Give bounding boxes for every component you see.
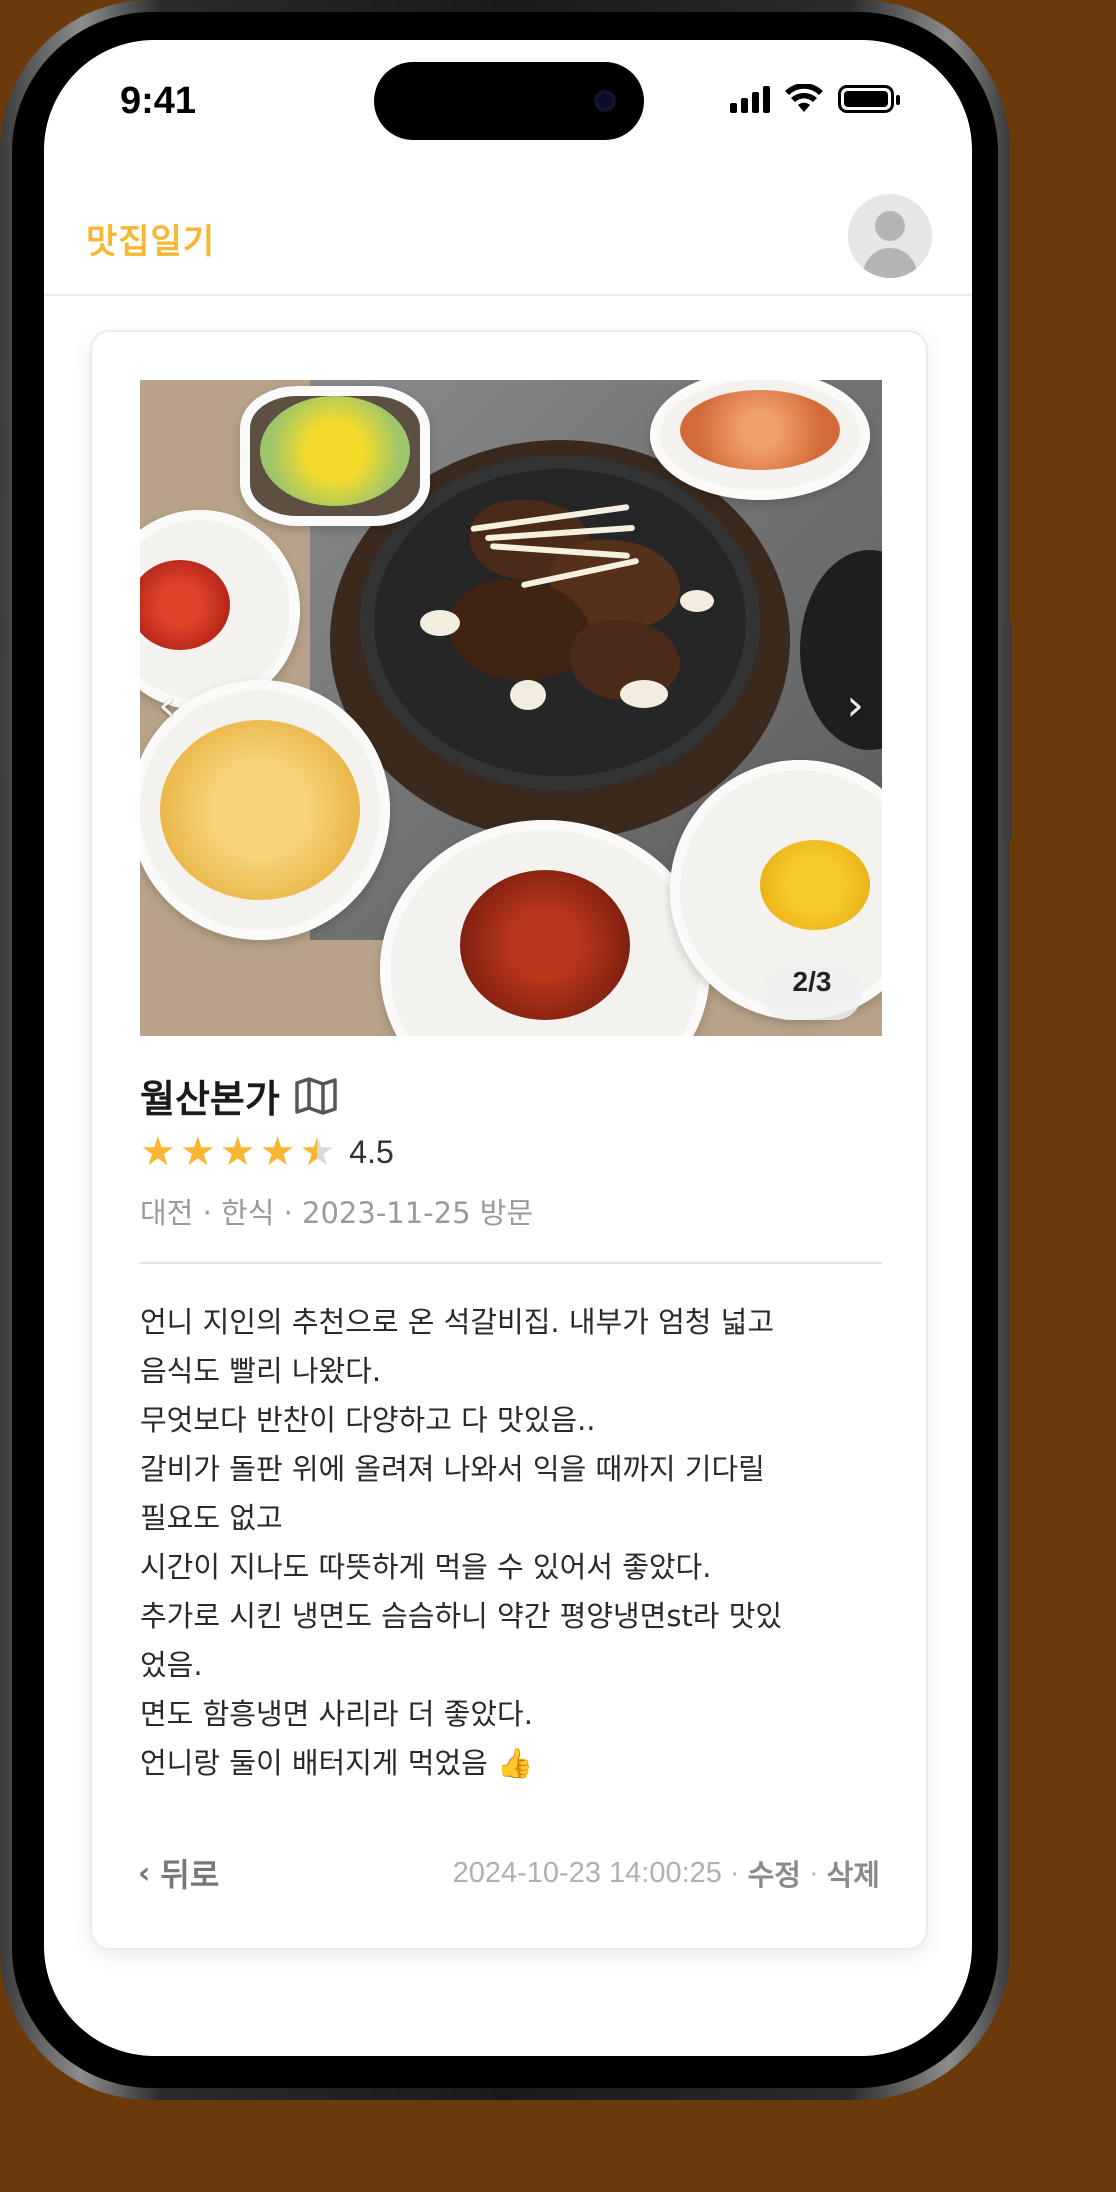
app-header: 맛집일기 [44, 180, 972, 296]
review-line: 었음. [140, 1648, 203, 1682]
title-row: 월산본가 [140, 1068, 338, 1123]
edit-button[interactable]: 수정 [748, 1852, 801, 1894]
review-line: 필요도 없고 [140, 1501, 283, 1535]
wifi-icon [785, 84, 823, 112]
user-icon [875, 211, 905, 241]
star-icon: ★ [140, 1129, 176, 1175]
chevron-left-icon[interactable]: ‹ [158, 680, 176, 731]
rating-value: 4.5 [349, 1133, 394, 1170]
chevron-left-icon: ‹ [138, 1855, 151, 1891]
review-line: 추가로 시킨 냉면도 슴슴하니 약간 평양냉면st라 맛있 [140, 1599, 783, 1633]
status-time: 9:41 [120, 80, 197, 122]
back-label: 뒤로 [160, 1856, 220, 1894]
review-line: 시간이 지나도 따뜻하게 먹을 수 있어서 좋았다. [140, 1550, 712, 1584]
review-line: 언니랑 둘이 배터지게 먹었음 👍 [140, 1746, 534, 1780]
map-icon[interactable] [294, 1076, 338, 1116]
camera-icon [594, 90, 616, 112]
review-line: 음식도 빨리 나왔다. [140, 1354, 382, 1388]
phone-frame: 9:41 맛집일기 ‹ › 2/3 월산본가 ★ ★ ★ ★ ★ 4.5 대전 … [0, 0, 1012, 2100]
footer-meta: 2024-10-23 14:00:25 · 수정 · 삭제 [453, 1852, 880, 1894]
mute-switch [0, 360, 4, 430]
star-icon: ★ [179, 1129, 216, 1175]
photo-carousel[interactable]: ‹ › 2/3 [140, 380, 882, 1036]
delete-button[interactable]: 삭제 [827, 1852, 880, 1894]
review-line: 갈비가 돌판 위에 올려져 나와서 익을 때까지 기다릴 [140, 1452, 765, 1486]
separator: · [729, 1856, 740, 1889]
screen: 9:41 맛집일기 ‹ › 2/3 월산본가 ★ ★ ★ ★ ★ 4.5 대전 … [44, 40, 972, 2056]
power-button [1004, 620, 1012, 840]
status-icons [730, 84, 900, 114]
separator: · [808, 1856, 819, 1889]
half-star-icon: ★ [299, 1129, 336, 1175]
dynamic-island [374, 62, 644, 140]
restaurant-name: 월산본가 [140, 1077, 280, 1121]
review-line: 무엇보다 반찬이 다양하고 다 맛있음.. [140, 1403, 596, 1437]
timestamp: 2024-10-23 14:00:25 [452, 1856, 722, 1889]
avatar[interactable] [848, 194, 932, 278]
app-logo[interactable]: 맛집일기 [86, 214, 215, 263]
cellular-signal-icon [730, 85, 770, 113]
battery-icon [838, 85, 900, 113]
review-line: 언니 지인의 추천으로 온 석갈비집. 내부가 엄청 넓고 [140, 1305, 775, 1339]
review-line: 면도 함흥냉면 사리라 더 좋았다. [140, 1697, 533, 1731]
volume-up-button [0, 490, 4, 620]
star-icon: ★ [259, 1129, 296, 1175]
back-button[interactable]: ‹ 뒤로 [138, 1850, 219, 1896]
divider [140, 1262, 882, 1264]
visit-meta: 대전 · 한식 · 2023-11-25 방문 [140, 1196, 534, 1230]
rating-row: ★ ★ ★ ★ ★ 4.5 [140, 1132, 394, 1172]
review-card: ‹ › 2/3 월산본가 ★ ★ ★ ★ ★ 4.5 대전 · 한식 · 202… [90, 330, 928, 1950]
chevron-right-icon[interactable]: › [846, 680, 864, 731]
review-text: 언니 지인의 추천으로 온 석갈비집. 내부가 엄청 넓고 음식도 빨리 나왔다… [140, 1298, 882, 1788]
photo-counter: 2/3 [762, 966, 862, 1020]
star-icon: ★ [219, 1129, 256, 1175]
volume-down-button [0, 650, 4, 780]
